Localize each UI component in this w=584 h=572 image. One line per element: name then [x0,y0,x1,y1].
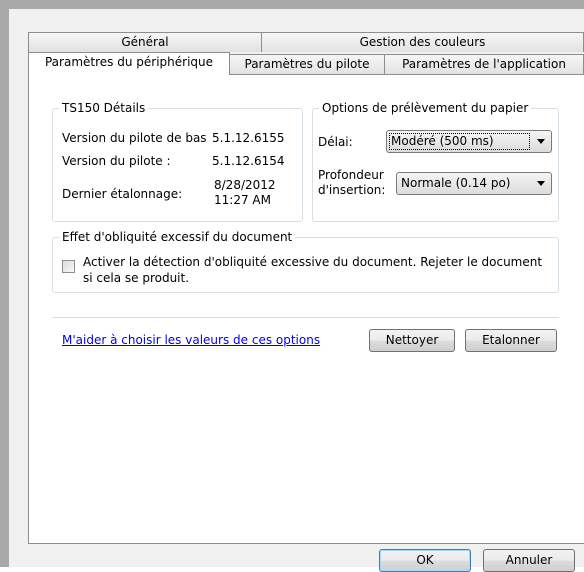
tab-application-settings[interactable]: Paramètres de l'application [384,54,584,74]
tab-device-settings[interactable]: Paramètres du périphérique [28,52,230,75]
tab-driver-settings[interactable]: Paramètres du pilote [229,54,385,74]
tab-general[interactable]: Général [28,32,262,52]
base-driver-version-label: Version du pilote de bas [62,131,207,145]
delay-label: Délai: [318,135,353,149]
delay-select-value: Modéré (500 ms) [391,134,494,148]
skew-group-title: Effet d'obliquité excessif du document [59,230,296,245]
skew-detection-checkbox[interactable] [62,260,75,273]
window-frame-top [0,0,584,9]
clean-button-label: Nettoyer [385,333,439,347]
last-calibration-date: 8/28/2012 [214,178,276,192]
details-group-title: TS150 Détails [59,101,149,116]
chevron-down-icon [537,181,545,186]
insertion-depth-label-2: d'insertion: [318,183,386,197]
paper-options-group: Options de prélèvement du papier [312,101,559,222]
tab-driver-settings-label: Paramètres du pilote [244,57,370,71]
driver-version-label: Version du pilote : [62,154,171,168]
base-driver-version-value: 5.1.12.6155 [212,131,285,145]
tab-general-label: Général [121,35,169,49]
tab-color-management[interactable]: Gestion des couleurs [261,32,584,52]
tab-application-settings-label: Paramètres de l'application [402,57,566,71]
clean-button[interactable]: Nettoyer [369,329,455,352]
help-link[interactable]: M'aider à choisir les valeurs de ces opt… [62,333,320,347]
insertion-depth-select[interactable]: Normale (0.14 po) [396,172,552,195]
ok-button-label: OK [416,553,434,567]
calibrate-button[interactable]: Etalonner [465,329,557,352]
ok-button[interactable]: OK [379,549,471,572]
cancel-button[interactable]: Annuler [483,549,575,572]
paper-options-title: Options de prélèvement du papier [319,101,532,116]
last-calibration-time: 11:27 AM [214,193,271,207]
delay-select[interactable]: Modéré (500 ms) [386,130,552,153]
cancel-button-label: Annuler [505,553,553,567]
driver-version-value: 5.1.12.6154 [212,154,285,168]
insertion-depth-select-value: Normale (0.14 po) [401,176,511,190]
tab-color-management-label: Gestion des couleurs [359,35,486,49]
chevron-down-icon [537,139,545,144]
skew-detection-label-line1: Activer la détection d'obliquité excessi… [83,255,543,269]
tab-device-settings-label: Paramètres du périphérique [44,55,214,69]
window-frame-left [0,0,9,567]
last-calibration-label: Dernier étalonnage: [62,187,183,201]
calibrate-button-label: Etalonner [482,333,540,347]
divider [52,317,559,318]
insertion-depth-label-1: Profondeur [318,168,384,182]
skew-detection-label-line2: si cela se produit. [83,271,190,285]
